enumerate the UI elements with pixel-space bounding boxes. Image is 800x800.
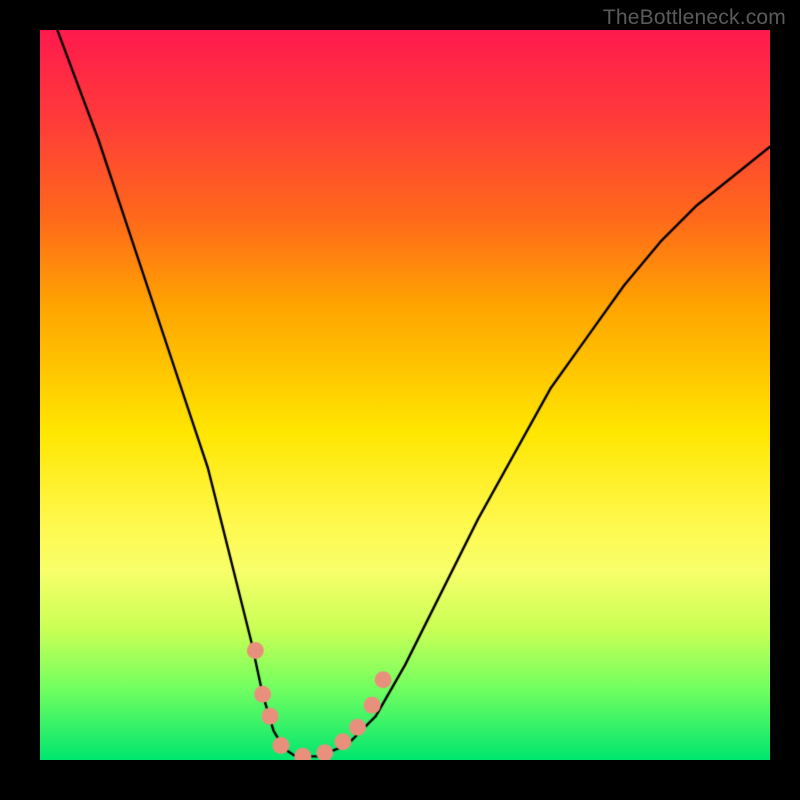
chart-background-gradient xyxy=(40,30,770,760)
watermark-text: TheBottleneck.com xyxy=(603,6,786,30)
chart-frame: TheBottleneck.com xyxy=(0,0,800,800)
